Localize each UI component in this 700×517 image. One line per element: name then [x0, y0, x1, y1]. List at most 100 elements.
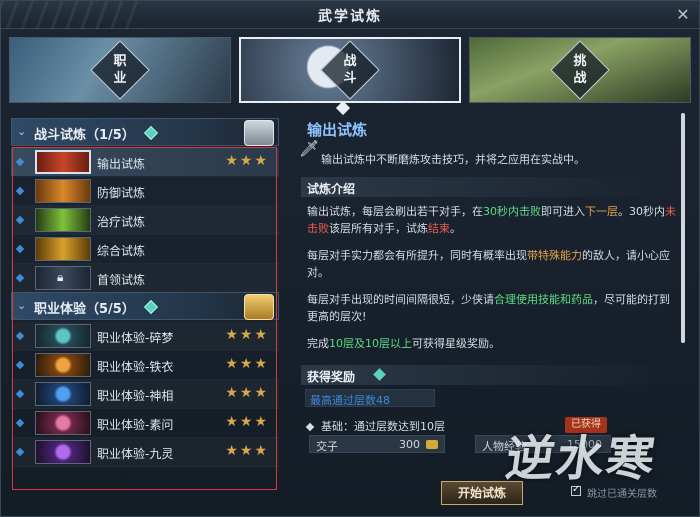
- tab-challenge-label: 挑战: [573, 54, 587, 86]
- gem-icon: [143, 299, 159, 315]
- list-item[interactable]: 治疗试炼: [11, 206, 279, 235]
- best-floor-display: 最高通过层数48: [305, 389, 435, 407]
- intro-paragraph-3: 每层对手出现的时间间隔很短，少侠请合理使用技能和药品，尽可能的打到更高的层次!: [307, 291, 677, 325]
- profession-icon: [35, 411, 91, 435]
- section-title: 获得奖励: [307, 370, 356, 384]
- list-item[interactable]: 综合试炼: [11, 235, 279, 264]
- list-item[interactable]: 职业体验-九灵 ★★★: [11, 438, 279, 467]
- text: 输出试炼，每层会刷出若干对手，在: [307, 205, 483, 218]
- intro-paragraph-1: 输出试炼，每层会刷出若干对手，在30秒内击败即可进入下一层。30秒内未击败该层所…: [307, 203, 677, 237]
- bullet-icon: [15, 360, 25, 370]
- text: 该层所有对手，试炼: [329, 222, 428, 235]
- close-icon[interactable]: ✕: [673, 5, 693, 25]
- reward-name: 交子: [316, 440, 338, 453]
- list-item[interactable]: 输出试炼 ★★★: [11, 148, 279, 177]
- item-label: 职业体验-神相: [97, 389, 174, 403]
- mode-tabs: 职业 战斗 挑战: [9, 37, 693, 103]
- trial-list-panel: ⌄ 战斗试炼（1/5） 输出试炼 ★★★ 防御试炼 治疗试炼 综合试炼 🔒︎ 首…: [11, 116, 279, 492]
- group-header-combat[interactable]: ⌄ 战斗试炼（1/5）: [11, 118, 279, 146]
- highlight-text: 10层及10层以上: [329, 337, 412, 350]
- detail-description: 输出试炼中不断磨炼攻击技巧，并将之应用在实战中。: [321, 153, 585, 166]
- bullet-icon: [15, 273, 25, 283]
- chevron-down-icon: ⌄: [17, 299, 27, 312]
- window-title: 武学试炼: [318, 9, 382, 25]
- reward-item: 交子 300: [309, 435, 445, 453]
- star-rating: ★★★: [225, 153, 269, 169]
- section-title: 试炼介绍: [307, 182, 356, 196]
- item-label: 职业体验-铁衣: [97, 360, 174, 374]
- sword-icon: 🗡︎: [299, 139, 320, 158]
- profession-icon: [35, 324, 91, 348]
- gem-icon: [373, 368, 386, 381]
- text: 即可进入: [541, 205, 585, 218]
- tab-profession[interactable]: 职业: [9, 37, 231, 103]
- group-title: 战斗试炼（1/5）: [34, 128, 135, 143]
- item-label: 综合试炼: [97, 244, 146, 258]
- combat-trial-list: 输出试炼 ★★★ 防御试炼 治疗试炼 综合试炼 🔒︎ 首领试炼: [11, 148, 279, 293]
- lock-icon: 🔒︎: [57, 270, 64, 284]
- group-title: 职业体验（5/5）: [34, 302, 135, 317]
- trial-thumbnail-icon: [35, 208, 91, 232]
- profession-icon: [35, 382, 91, 406]
- item-label: 职业体验-素问: [97, 418, 174, 432]
- bullet-icon: [15, 215, 25, 225]
- tab-combat[interactable]: 战斗: [239, 37, 461, 103]
- bullet-icon: [15, 331, 25, 341]
- gold-chest-icon[interactable]: [244, 294, 274, 320]
- bullet-icon: [15, 389, 25, 399]
- section-header-rewards: 获得奖励: [301, 365, 671, 385]
- group-header-profession[interactable]: ⌄ 职业体验（5/5）: [11, 292, 279, 320]
- highlight-text: 带特殊能力: [527, 249, 582, 262]
- bullet-icon: [15, 447, 25, 457]
- item-label: 输出试炼: [97, 157, 146, 171]
- scrollbar[interactable]: [681, 113, 685, 343]
- star-rating: ★★★: [225, 356, 269, 372]
- profession-icon: [35, 353, 91, 377]
- star-rating: ★★★: [225, 414, 269, 430]
- silver-chest-icon[interactable]: [244, 120, 274, 146]
- bullet-icon: [15, 186, 25, 196]
- item-label: 职业体验-九灵: [97, 447, 174, 461]
- trial-thumbnail-icon: [35, 179, 91, 203]
- tab-profession-label: 职业: [113, 54, 127, 86]
- profession-icon: [35, 440, 91, 464]
- trial-window: 武学试炼 ✕ 职业 战斗 挑战 ⌄ 战斗试炼（1/5） 输出试炼 ★★★ 防御试…: [0, 0, 700, 517]
- list-item[interactable]: 🔒︎ 首领试炼: [11, 264, 279, 293]
- text: 。: [450, 222, 461, 235]
- list-item[interactable]: 职业体验-神相 ★★★: [11, 380, 279, 409]
- trial-thumbnail-icon: [35, 150, 91, 174]
- tab-combat-label: 战斗: [343, 54, 357, 86]
- star-rating: ★★★: [225, 443, 269, 459]
- detail-title: 输出试炼: [307, 121, 368, 139]
- section-header-intro: 试炼介绍: [301, 177, 671, 197]
- item-label: 防御试炼: [97, 186, 146, 200]
- title-bar: 武学试炼 ✕: [1, 1, 699, 29]
- item-label: 治疗试炼: [97, 215, 146, 229]
- highlight-text: 30秒内击败: [483, 205, 541, 218]
- game-logo-watermark: 逆水寒: [502, 431, 661, 487]
- bullet-icon: [15, 244, 25, 254]
- text: 每层对手出现的时间间隔很短，少侠请: [307, 293, 494, 306]
- list-item[interactable]: 职业体验-铁衣 ★★★: [11, 351, 279, 380]
- tab-challenge[interactable]: 挑战: [469, 37, 691, 103]
- star-rating: ★★★: [225, 385, 269, 401]
- basic-reward-line: 基础：通过层数达到10层: [305, 418, 445, 434]
- bullet-icon: [15, 157, 25, 167]
- reward-qty: 300: [399, 438, 420, 451]
- item-label: 职业体验-碎梦: [97, 331, 174, 345]
- list-item[interactable]: 职业体验-素问 ★★★: [11, 409, 279, 438]
- item-label: 首领试炼: [97, 273, 146, 287]
- basic-reward-text: 基础：通过层数达到10层: [321, 420, 445, 433]
- profession-trial-list: 职业体验-碎梦 ★★★ 职业体验-铁衣 ★★★ 职业体验-神相 ★★★ 职业体验…: [11, 322, 279, 467]
- text: 可获得星级奖励。: [412, 337, 500, 350]
- star-rating: ★★★: [225, 327, 269, 343]
- text: 每层对手实力都会有所提升，同时有概率出现: [307, 249, 527, 262]
- intro-paragraph-4: 完成10层及10层以上可获得星级奖励。: [307, 335, 677, 352]
- list-item[interactable]: 防御试炼: [11, 177, 279, 206]
- highlight-text: 合理使用技能和药品: [494, 293, 593, 306]
- trial-thumbnail-icon: [35, 237, 91, 261]
- bullet-icon: [15, 418, 25, 428]
- list-item[interactable]: 职业体验-碎梦 ★★★: [11, 322, 279, 351]
- highlight-text: 下一层: [585, 205, 618, 218]
- text: 。30秒内: [618, 205, 665, 218]
